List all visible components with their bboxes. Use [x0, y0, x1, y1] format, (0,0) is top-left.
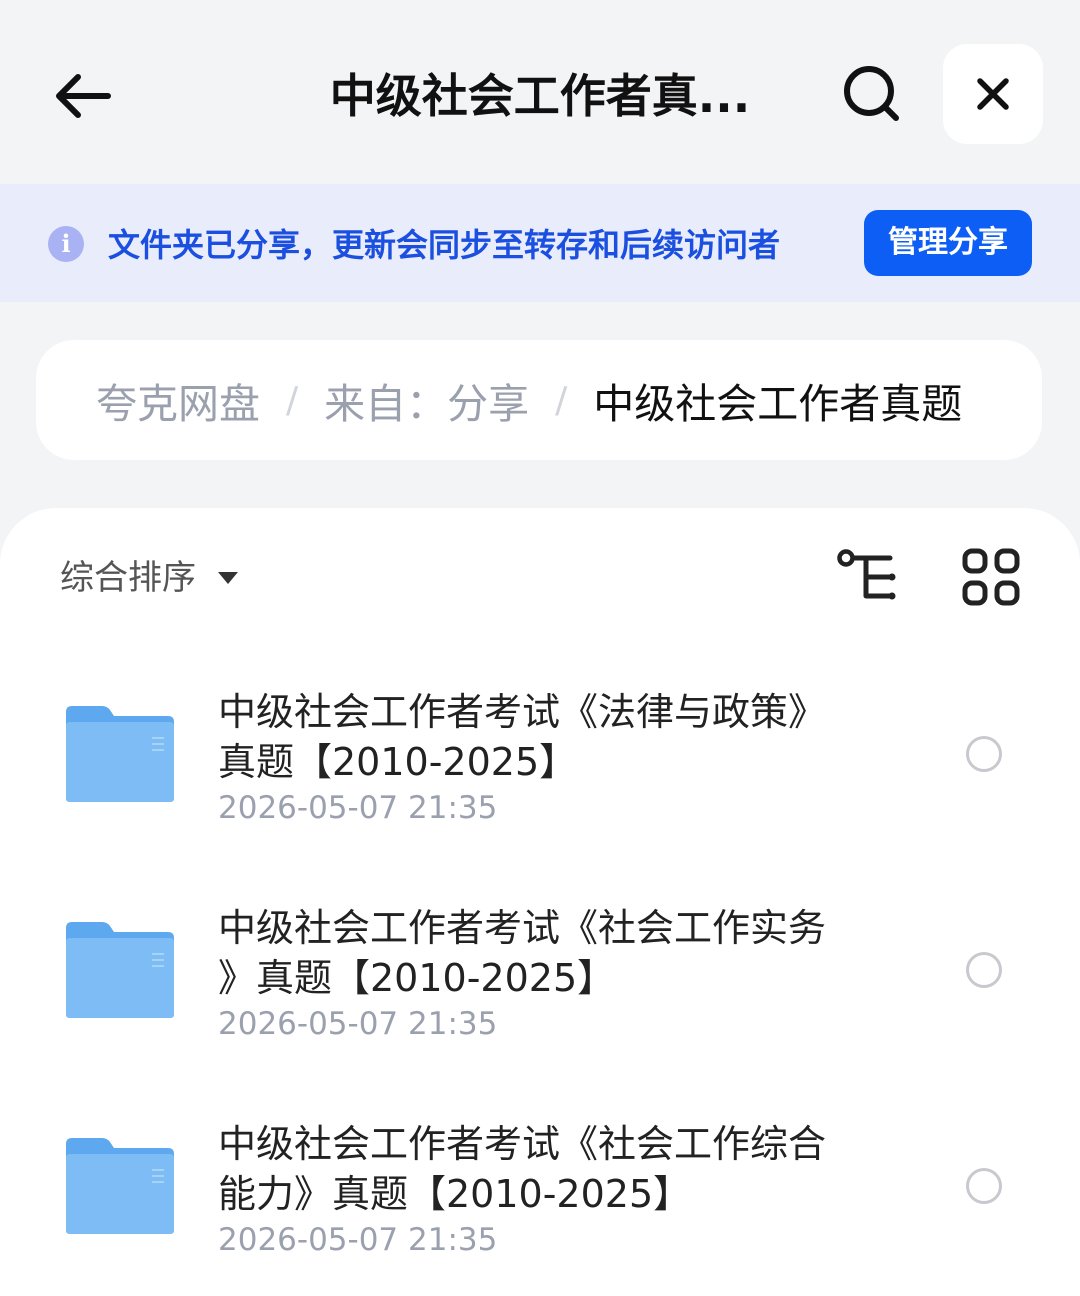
top-bar: 中级社会工作者真...	[0, 0, 1080, 184]
search-icon	[844, 66, 899, 121]
share-notice-text: 文件夹已分享，更新会同步至转存和后续访问者	[108, 226, 781, 264]
breadcrumb-item-from-share[interactable]: 来自：分享	[324, 370, 529, 430]
manage-share-button[interactable]: 管理分享	[864, 210, 1032, 276]
tree-view-icon	[837, 549, 896, 600]
file-date: 2026-05-07 21:35	[218, 1222, 498, 1258]
share-folder-page: 中级社会工作者真... i 文件夹已分享，更新会同步至转存和后续访问者 管理分享…	[0, 0, 1080, 1296]
folder-icon	[66, 922, 174, 1018]
caret-down-icon	[218, 572, 238, 584]
file-row[interactable]: 中级社会工作者考试《法律与政策》 真题【2010-2025】 2026-05-0…	[0, 680, 1080, 880]
select-checkbox[interactable]	[966, 1168, 1002, 1204]
info-icon: i	[48, 226, 84, 262]
breadcrumb: 夸克网盘 / 来自：分享 / 中级社会工作者真题	[36, 340, 1042, 460]
breadcrumb-item-current: 中级社会工作者真题	[593, 380, 963, 428]
file-row[interactable]: 中级社会工作者考试《社会工作实务 》真题【2010-2025】 2026-05-…	[0, 896, 1080, 1096]
close-icon	[977, 78, 1009, 110]
file-date: 2026-05-07 21:35	[218, 790, 498, 826]
sort-dropdown[interactable]: 综合排序	[60, 555, 238, 601]
breadcrumb-separator: /	[286, 379, 299, 421]
close-button[interactable]	[943, 44, 1043, 144]
file-name-line: 能力》真题【2010-2025】	[218, 1172, 692, 1216]
file-name-line: 中级社会工作者考试《社会工作实务	[218, 906, 827, 950]
breadcrumb-separator: /	[555, 379, 568, 421]
arrow-left-icon	[56, 74, 111, 118]
page-title: 中级社会工作者真...	[329, 69, 751, 123]
sort-label: 综合排序	[60, 558, 196, 598]
select-checkbox[interactable]	[966, 736, 1002, 772]
file-row[interactable]: 中级社会工作者考试《社会工作综合 能力》真题【2010-2025】 2026-0…	[0, 1112, 1080, 1296]
file-name-line: 中级社会工作者考试《法律与政策》	[218, 690, 827, 734]
folder-icon	[66, 706, 174, 802]
grid-view-icon	[962, 548, 1020, 606]
grid-view-button[interactable]	[962, 548, 1020, 606]
file-name-line: 中级社会工作者考试《社会工作综合	[218, 1122, 827, 1166]
breadcrumb-item-root[interactable]: 夸克网盘	[96, 370, 260, 430]
back-button[interactable]	[44, 58, 120, 134]
file-date: 2026-05-07 21:35	[218, 1006, 498, 1042]
folder-icon	[66, 1138, 174, 1234]
file-name-line: 》真题【2010-2025】	[218, 956, 616, 1000]
file-name-line: 真题【2010-2025】	[218, 740, 578, 784]
tree-view-button[interactable]	[836, 548, 902, 608]
select-checkbox[interactable]	[966, 952, 1002, 988]
search-button[interactable]	[830, 52, 914, 136]
